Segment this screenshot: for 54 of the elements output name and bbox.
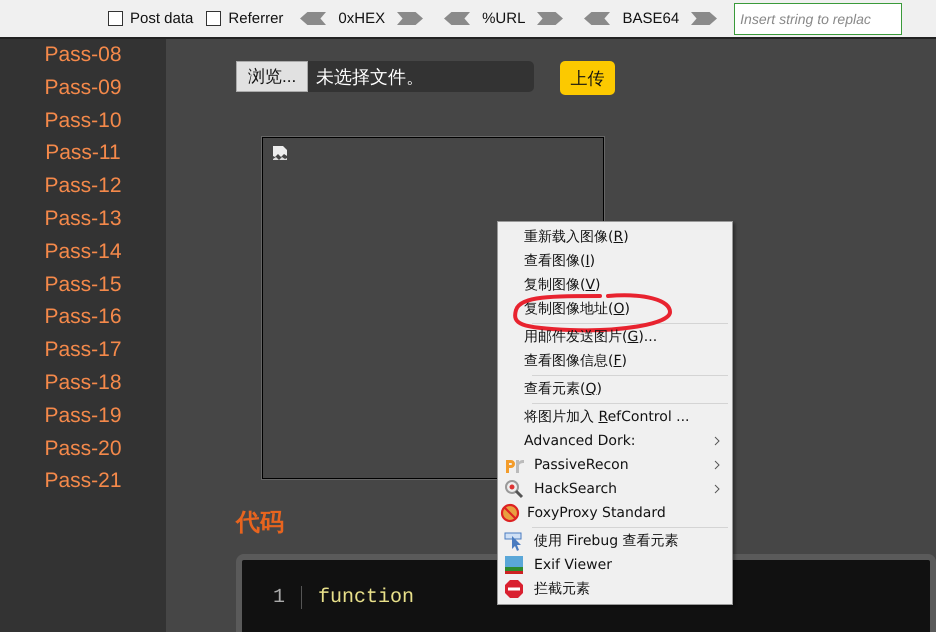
menu-item[interactable]: 将图片加入 RefControl ... [498,405,732,429]
file-status: 未选择文件。 [315,66,424,88]
line-number: 1 [242,586,302,609]
file-input[interactable]: 浏览... 未选择文件。 [236,61,534,92]
sidebar-link[interactable]: Pass-13 [44,202,122,236]
sidebar-link[interactable]: Pass-11 [45,137,121,170]
magnifier-icon [504,479,524,499]
menu-item[interactable]: 查看图像(I) [498,249,732,273]
menu-item[interactable]: HackSearch [498,477,732,501]
sidebar-link[interactable]: Pass-12 [44,170,122,203]
encoder-label: 0xHEX [338,10,386,27]
right-arrow-icon[interactable] [537,12,564,25]
right-arrow-icon[interactable] [397,12,424,25]
sidebar-link[interactable]: Pass-21 [44,465,122,498]
section-heading: 代码 [236,507,284,538]
left-arrow-icon[interactable] [300,12,326,25]
encoder-label: %URL [482,10,526,27]
left-arrow-icon[interactable] [444,12,470,25]
sidebar-link[interactable]: Pass-18 [44,366,122,400]
menu-item[interactable]: PassiveRecon [498,453,732,477]
menu-item[interactable]: 重新载入图像(R) [498,225,732,249]
checkbox[interactable] [206,11,222,26]
photo-icon [504,555,524,575]
left-arrow-icon[interactable] [584,12,610,25]
stop-sign-icon [504,579,524,599]
menu-item[interactable]: 复制图像(V) [498,273,732,297]
sidebar-link[interactable]: Pass-17 [44,334,122,367]
menu-item[interactable]: FoxyProxy Standard [498,501,732,525]
sidebar-link[interactable]: Pass-14 [44,236,122,269]
checkbox-label: Referrer [228,10,284,27]
browse-button[interactable]: 浏览... [236,61,308,92]
encoder-label: BASE64 [622,10,680,27]
code-line: function [317,586,414,609]
menu-item[interactable]: 复制图像地址(O) [498,297,732,321]
menu-item[interactable]: Advanced Dork: [498,429,732,453]
sidebar-link[interactable]: Pass-15 [44,268,122,302]
checkbox-label: Post data [130,10,194,27]
upload-button[interactable]: 上传 [560,61,615,95]
sidebar-link[interactable]: Pass-08 [44,39,122,72]
menu-item[interactable]: 查看图像信息(F) [498,349,732,373]
menu-item[interactable]: 使用 Firebug 查看元素 [498,529,732,553]
pointer-icon [504,531,524,551]
menu-item[interactable]: Exif Viewer [498,553,732,577]
sidebar-link[interactable]: Pass-10 [44,104,122,138]
sidebar-link[interactable]: Pass-09 [44,72,122,105]
right-arrow-icon[interactable] [691,12,718,25]
sidebar-link[interactable]: Pass-20 [44,432,122,466]
menu-item[interactable]: 拦截元素 [498,577,732,601]
replace-string-field[interactable]: Insert string to replac [734,2,902,34]
menu-item[interactable]: 查看元素(Q) [498,377,732,401]
sidebar-link[interactable]: Pass-16 [44,301,122,334]
menu-item[interactable]: 用邮件发送图片(G)... [498,325,732,349]
sidebar-link[interactable]: Pass-19 [44,400,122,433]
checkbox[interactable] [108,11,123,26]
